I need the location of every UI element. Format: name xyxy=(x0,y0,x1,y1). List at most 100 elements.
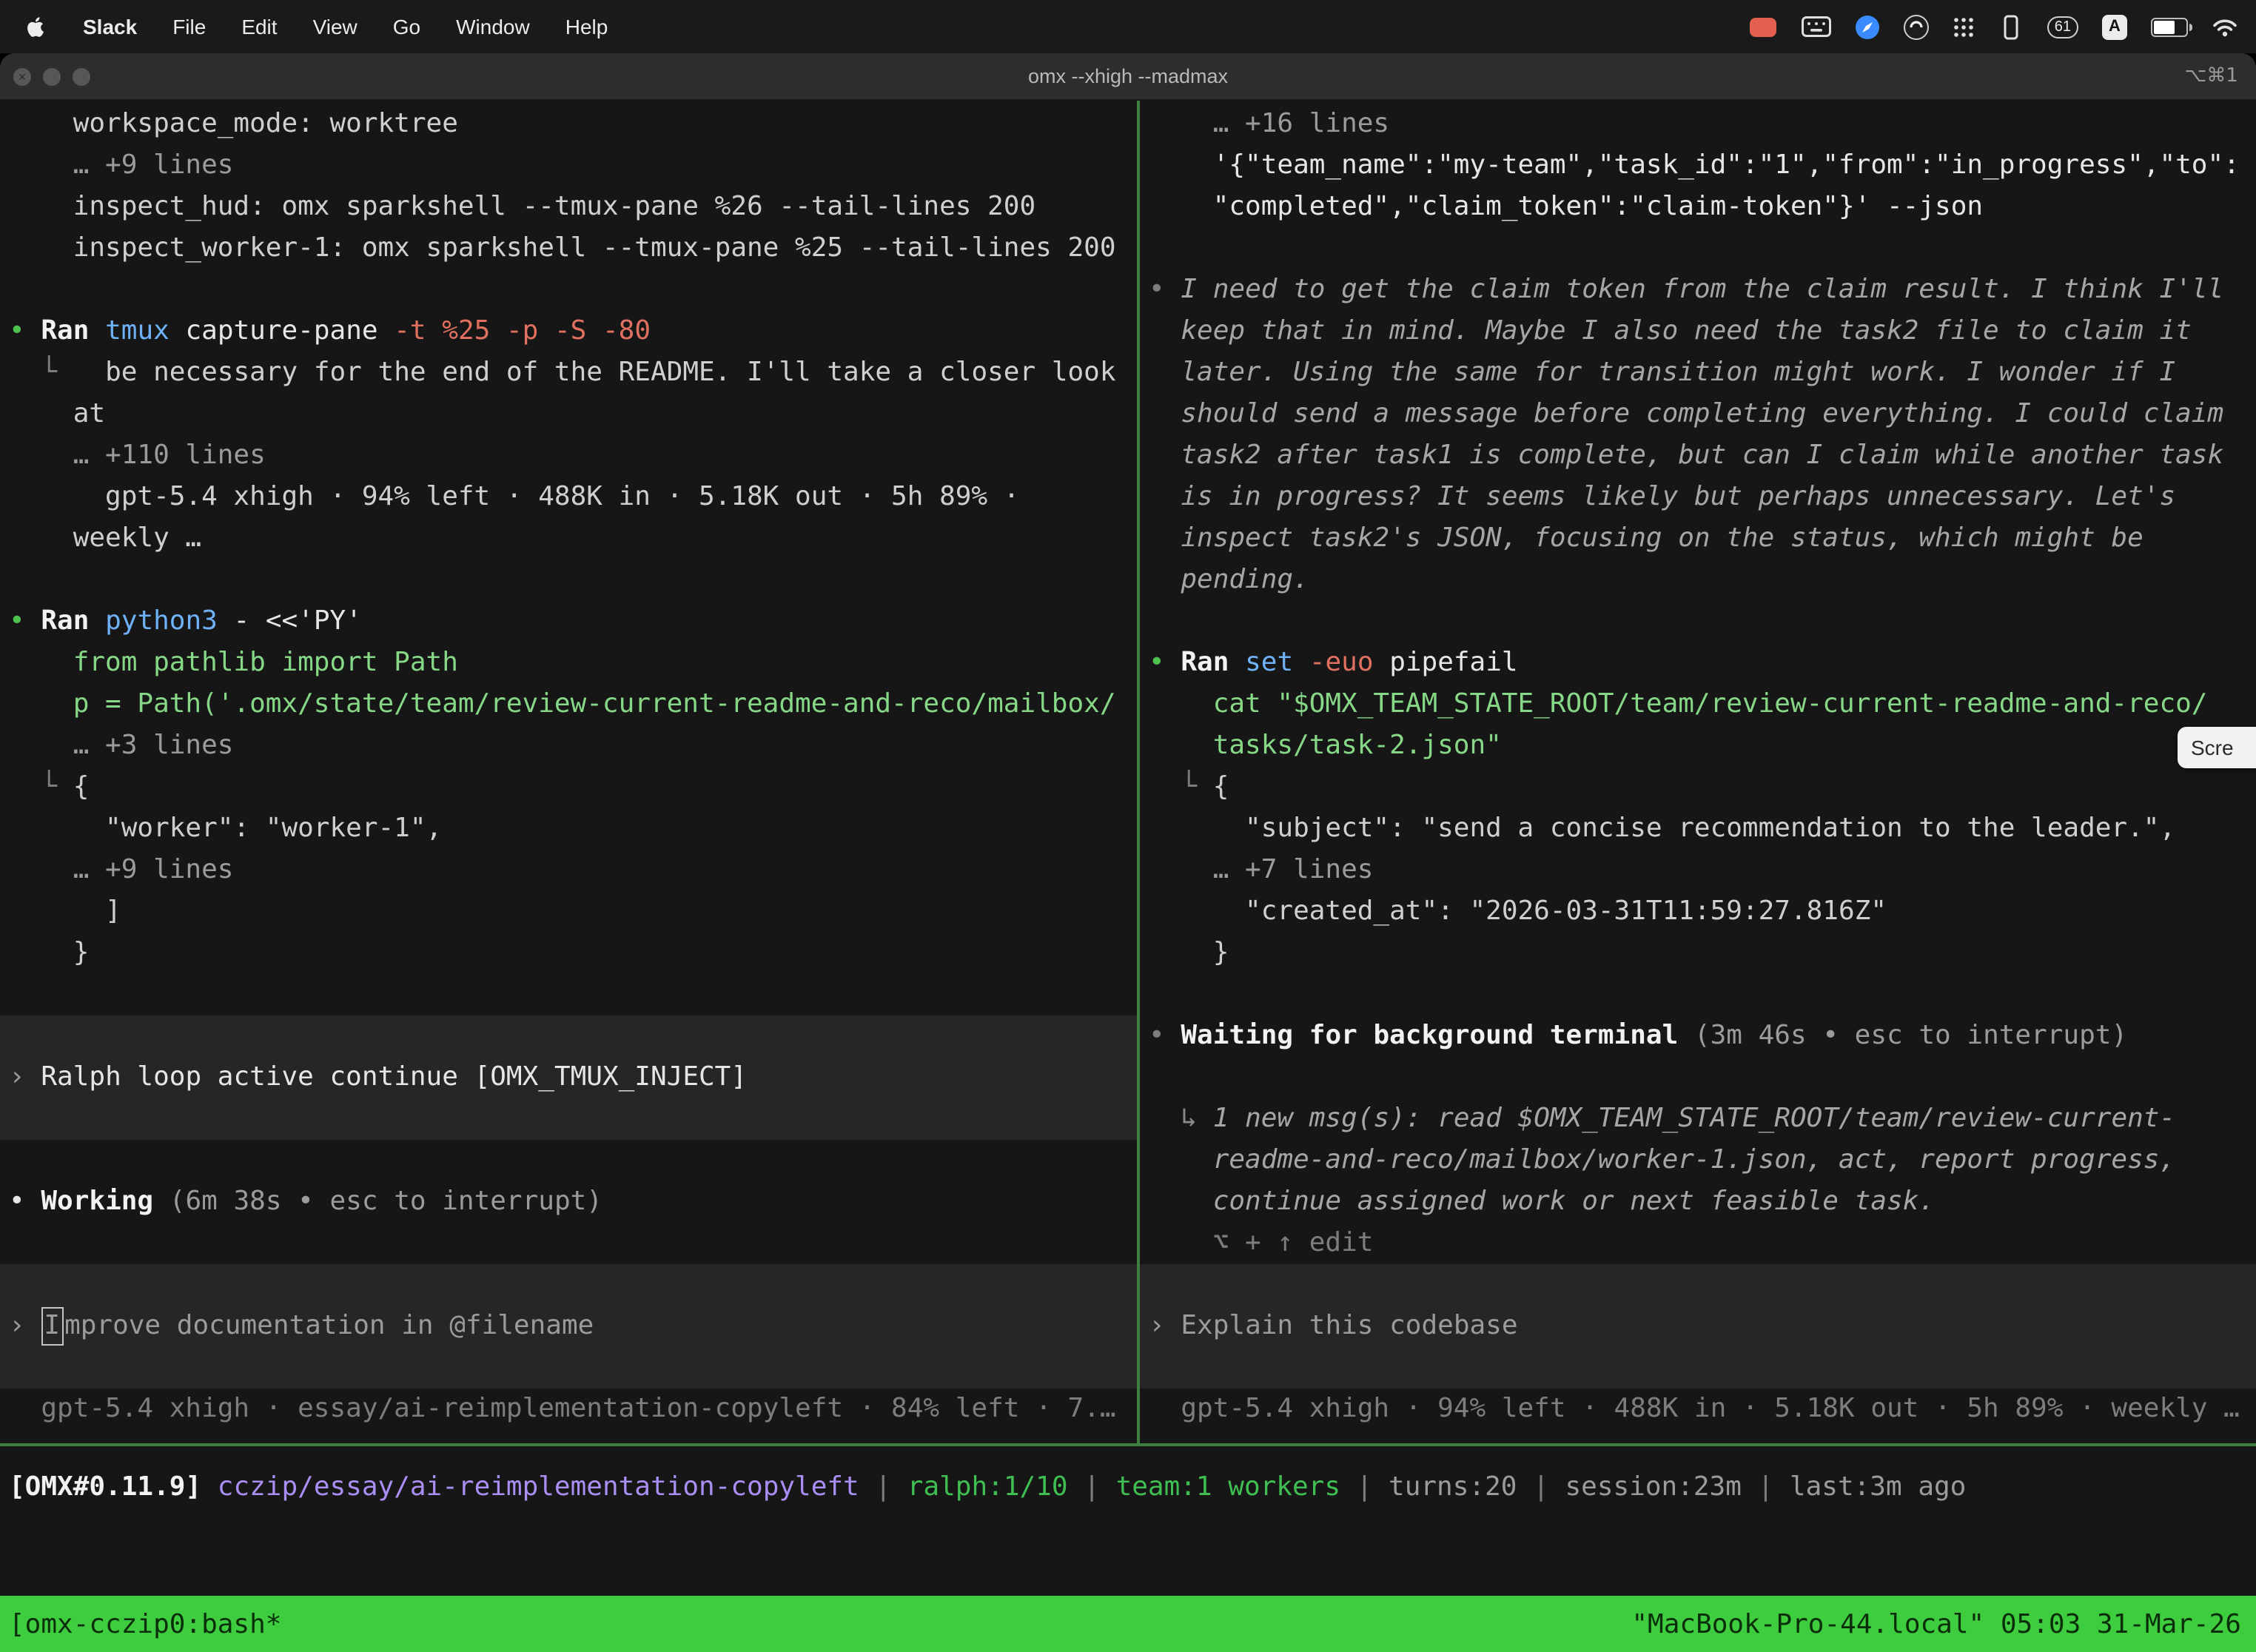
phone-mirroring-icon[interactable] xyxy=(1998,14,2024,39)
keyboard-icon[interactable] xyxy=(1802,16,1831,37)
composer-line[interactable] xyxy=(0,1264,1137,1306)
text-segment: { xyxy=(73,771,90,802)
text-segment: session:23m xyxy=(1565,1471,1741,1502)
text-segment: … +7 lines xyxy=(1149,854,1373,885)
input-source-icon[interactable]: A xyxy=(2102,14,2127,39)
text-segment: Explain this codebase xyxy=(1181,1310,1517,1341)
terminal-line: • Ran tmux capture-pane -t %25 -p -S -80 xyxy=(0,311,1137,352)
terminal-line: ⌥ + ↑ edit xyxy=(1140,1223,2256,1264)
terminal-line: … +9 lines xyxy=(0,145,1137,187)
composer-line[interactable] xyxy=(1140,1347,2256,1389)
text-segment: Ralph loop active continue [OMX_TMUX_INJ… xyxy=(41,1061,747,1092)
text-segment: -euo xyxy=(1309,647,1389,678)
text-segment: └ xyxy=(1149,771,1213,802)
screen-notification[interactable]: Scre xyxy=(2178,727,2256,768)
text-segment: task2 after task1 is complete, but can I… xyxy=(1149,440,2223,471)
terminal-line: • Ran set -euo pipefail xyxy=(1140,642,2256,684)
terminal-line: should send a message before completing … xyxy=(1140,394,2256,435)
menu-go[interactable]: Go xyxy=(393,15,420,38)
terminal-line: keep that in mind. Maybe I also need the… xyxy=(1140,311,2256,352)
assistant-icon[interactable] xyxy=(1904,14,1929,39)
text-segment: … +9 lines xyxy=(9,854,233,885)
terminal-line: • Ran python3 - <<'PY' xyxy=(0,601,1137,642)
text-segment: -t %25 -p -S -80 xyxy=(394,315,651,346)
text-segment: gpt-5.4 xhigh · 94% left · 488K in · 5.1… xyxy=(9,481,1019,512)
text-segment: readme-and-reco/mailbox/worker-1.json, a… xyxy=(1149,1144,2175,1175)
composer-line[interactable] xyxy=(0,1098,1137,1140)
text-segment: cat "$OMX_TEAM_STATE_ROOT/team/review-cu… xyxy=(1149,688,2208,719)
browser-icon[interactable] xyxy=(1855,14,1880,39)
menu-view[interactable]: View xyxy=(313,15,357,38)
text-segment: • xyxy=(9,315,41,346)
menu-bar: Slack File Edit View Go Window Help xyxy=(0,0,2256,53)
apple-menu-icon[interactable] xyxy=(24,15,47,38)
menu-file[interactable]: File xyxy=(172,15,206,38)
terminal-line: [OMX#0.11.9] cczip/essay/ai-reimplementa… xyxy=(0,1467,2256,1508)
text-segment: 1 new msg(s): read $OMX_TEAM_STATE_ROOT/… xyxy=(1213,1103,2175,1134)
terminal-line: } xyxy=(1140,933,2256,974)
terminal-line: "completed","claim_token":"claim-token"}… xyxy=(1140,187,2256,228)
text-segment: "subject": "send a concise recommendatio… xyxy=(1149,813,2175,844)
composer-line[interactable]: › Explain this codebase xyxy=(1140,1306,2256,1347)
terminal-line: … +16 lines xyxy=(1140,104,2256,145)
omx-hud-pane: [OMX#0.11.9] cczip/essay/ai-reimplementa… xyxy=(0,1446,2256,1596)
terminal-line: └ { xyxy=(1140,767,2256,808)
terminal-line: gpt-5.4 xhigh · 94% left · 488K in · 5.1… xyxy=(0,477,1137,518)
terminal-line xyxy=(0,560,1137,601)
text-segment: inspect task2's JSON, focusing on the st… xyxy=(1149,523,2143,554)
text-segment: p = Path('.omx/state/team/review-current… xyxy=(9,688,1116,719)
terminal-line xyxy=(1140,228,2256,269)
menu-edit[interactable]: Edit xyxy=(241,15,277,38)
terminal-line: "worker": "worker-1", xyxy=(0,808,1137,850)
text-segment: turns:20 xyxy=(1389,1471,1517,1502)
battery-percent-badge[interactable]: 61 xyxy=(2047,16,2078,38)
terminal-content: workspace_mode: worktree … +9 lines insp… xyxy=(0,101,2256,1443)
apps-grid-icon[interactable] xyxy=(1953,16,1975,38)
menu-app-name[interactable]: Slack xyxy=(83,15,137,38)
text-segment: pipefail xyxy=(1389,647,1517,678)
terminal-line: • Waiting for background terminal (3m 46… xyxy=(1140,1015,2256,1057)
text-segment: { xyxy=(1213,771,1229,802)
wifi-icon[interactable] xyxy=(2212,17,2238,36)
menu-bar-status-icons: 61 A xyxy=(1748,14,2256,39)
composer-line[interactable] xyxy=(0,1015,1137,1057)
desktop: Slack File Edit View Go Window Help xyxy=(0,0,2256,1652)
text-segment: › xyxy=(9,1310,41,1341)
terminal-line: inspect_worker-1: omx sparkshell --tmux-… xyxy=(0,228,1137,269)
composer-line[interactable] xyxy=(0,1347,1137,1389)
terminal-line xyxy=(0,1223,1137,1264)
composer-line[interactable] xyxy=(1140,1264,2256,1306)
window-titlebar[interactable]: × omx --xhigh --madmax ⌥⌘1 xyxy=(0,53,2256,101)
terminal-line xyxy=(0,974,1137,1015)
text-segment: • xyxy=(1149,1020,1181,1051)
text-segment: mprove documentation in @filename xyxy=(64,1310,594,1341)
terminal-line: weekly … xyxy=(0,518,1137,560)
terminal-line: later. Using the same for transition mig… xyxy=(1140,352,2256,394)
text-segment: cczip/essay/ai-reimplementation-copyleft xyxy=(218,1471,859,1502)
text-segment: | xyxy=(1340,1471,1389,1502)
menu-help[interactable]: Help xyxy=(565,15,608,38)
text-segment: "completed","claim_token":"claim-token"}… xyxy=(1149,191,1983,222)
text-segment: } xyxy=(9,937,89,968)
text-segment: Ran xyxy=(41,315,105,346)
text-segment: └ xyxy=(9,771,73,802)
record-indicator-icon[interactable] xyxy=(1748,16,1778,38)
text-segment: python3 xyxy=(105,605,233,637)
composer-line[interactable]: › Ralph loop active continue [OMX_TMUX_I… xyxy=(0,1057,1137,1098)
terminal-line: └ be necessary for the end of the README… xyxy=(0,352,1137,394)
text-segment: • xyxy=(9,605,41,637)
terminal-line: • I need to get the claim token from the… xyxy=(1140,269,2256,311)
text-segment: • xyxy=(1149,647,1181,678)
text-segment: ⌥ + ↑ edit xyxy=(1149,1227,1373,1258)
text-segment: } xyxy=(1149,937,1229,968)
battery-icon[interactable] xyxy=(2151,17,2188,36)
text-segment: [OMX#0.11.9] xyxy=(9,1471,218,1502)
text-segment: workspace_mode: worktree xyxy=(9,108,458,139)
text-segment: pending. xyxy=(1149,564,1309,595)
text-segment: Waiting for background terminal xyxy=(1181,1020,1694,1051)
menu-window[interactable]: Window xyxy=(456,15,530,38)
terminal-line: from pathlib import Path xyxy=(0,642,1137,684)
text-segment: "created_at": "2026-03-31T11:59:27.816Z" xyxy=(1149,896,1887,927)
composer-line[interactable]: › Improve documentation in @filename xyxy=(0,1306,1137,1347)
terminal-line: gpt-5.4 xhigh · essay/ai-reimplementatio… xyxy=(0,1389,1137,1430)
